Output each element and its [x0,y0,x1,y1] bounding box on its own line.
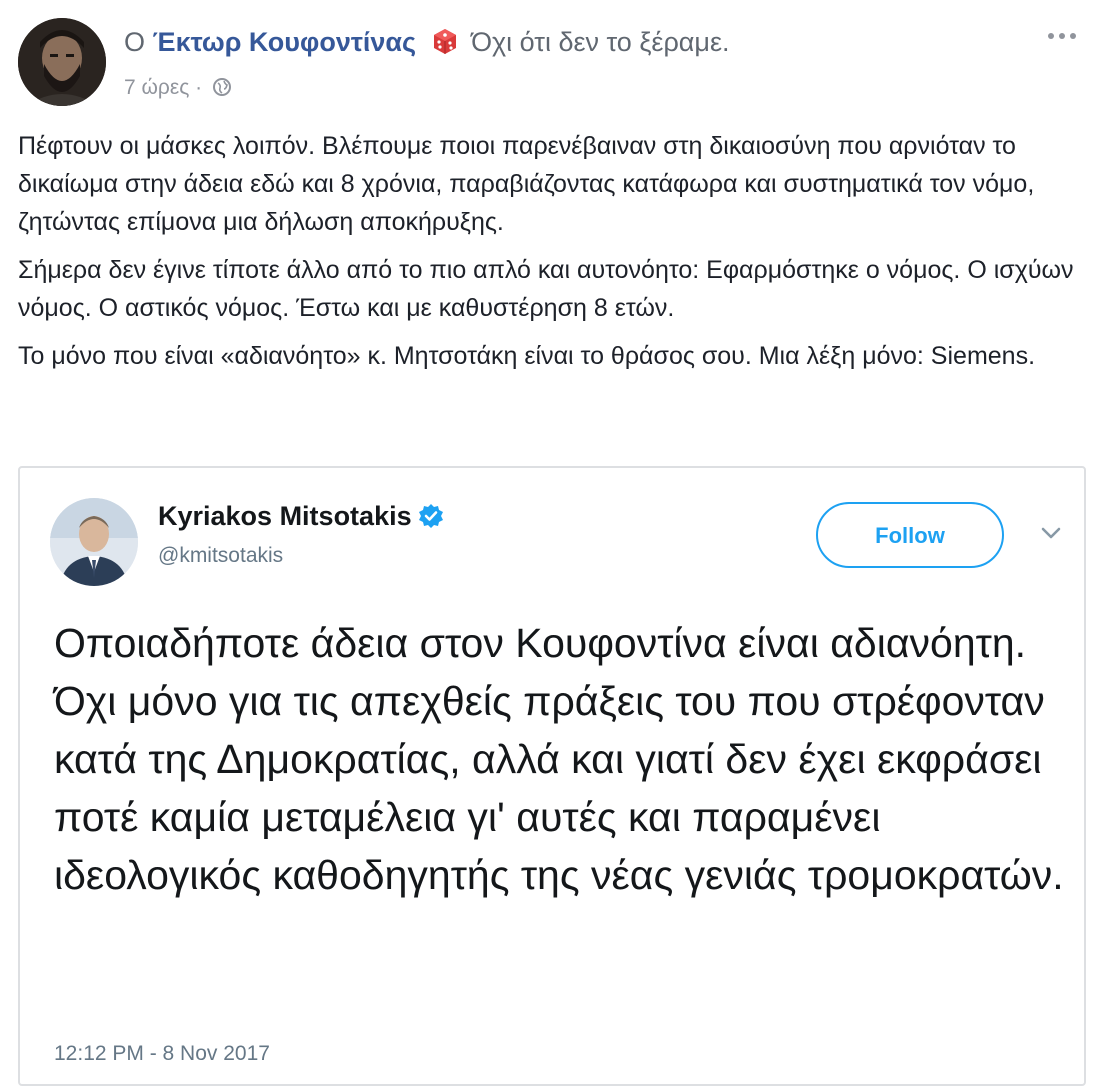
embedded-tweet[interactable]: Kyriakos Mitsotakis @kmitsotakis Follow … [18,466,1086,1086]
tweet-author-name-text: Kyriakos Mitsotakis [158,501,412,531]
red-dice-icon [430,26,460,56]
post-paragraph: Πέφτουν οι μάσκες λοιπόν. Βλέπουμε ποιοι… [18,132,1035,236]
author-name-link[interactable]: Έκτωρ Κουφοντίνας [153,27,417,57]
tweet-timestamp[interactable]: 12:12 PM - 8 Nov 2017 [54,1042,270,1066]
post-header: Ο Έκτωρ Κουφοντίνας Όχι ότι δεν το ξέραμ… [18,18,1081,110]
meta-separator: · [189,76,209,99]
globe-icon[interactable] [212,77,232,97]
author-prefix: Ο [124,27,146,57]
post-paragraph: Σήμερα δεν έγινε τίποτε άλλο από το πιο … [18,256,1074,322]
chevron-down-icon[interactable] [1040,526,1062,540]
post-body: Πέφτουν οι μάσκες λοιπόν. Βλέπουμε ποιοι… [18,127,1086,385]
post-meta: 7 ώρες · [124,74,232,102]
author-avatar-image [18,18,106,106]
tweet-avatar-image [50,498,138,586]
author-avatar[interactable] [18,18,106,106]
post-paragraph: Το μόνο που είναι «αδιανόητο» κ. Μητσοτά… [18,342,1036,370]
tweet-author-handle[interactable]: @kmitsotakis [158,542,283,570]
post-header-line: Ο Έκτωρ Κουφοντίνας Όχι ότι δεν το ξέραμ… [124,24,730,60]
tweet-author-name[interactable]: Kyriakos Mitsotakis [158,498,444,534]
post-time-link[interactable]: 7 ώρες [124,76,189,99]
feeling-text: Όχι ότι δεν το ξέραμε. [471,27,730,57]
follow-button[interactable]: Follow [816,502,1004,568]
tweet-text: Οποιαδήποτε άδεια στον Κουφοντίνα είναι … [54,620,1064,898]
verified-badge-icon [418,502,444,528]
tweet-author-avatar[interactable] [50,498,138,586]
more-dots-icon[interactable] [1045,26,1079,46]
